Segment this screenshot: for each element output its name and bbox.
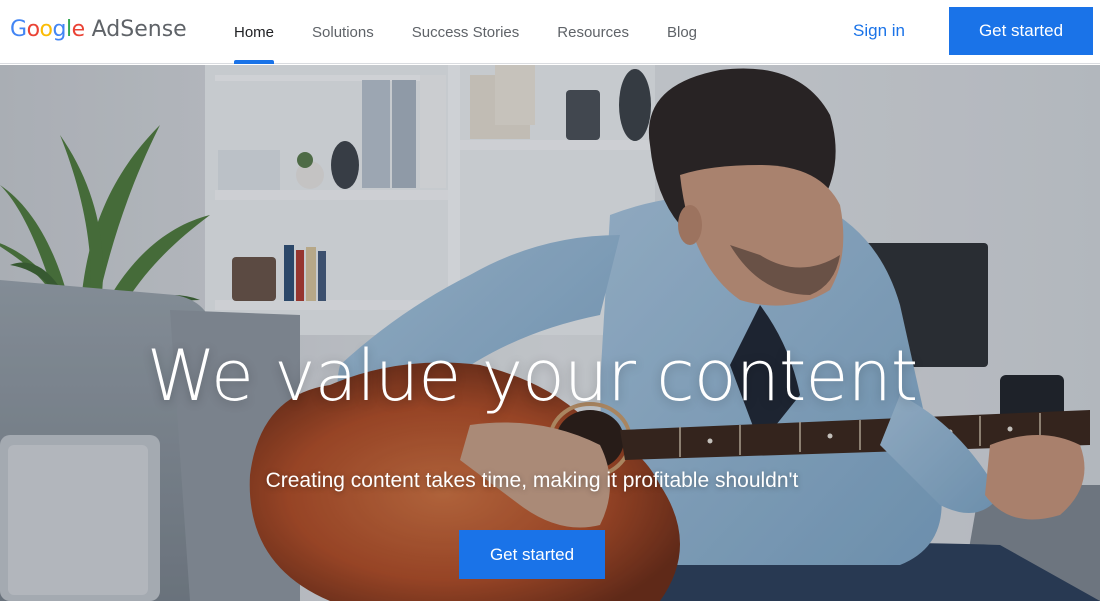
logo-letter: g: [52, 17, 67, 42]
nav-item-label: Home: [234, 23, 275, 41]
main-nav: Home Solutions Success Stories Resources…: [215, 0, 716, 64]
hero-title: We value your content: [146, 335, 919, 417]
nav-item-label: Success Stories: [411, 23, 520, 41]
get-started-button-header[interactable]: Get started: [949, 7, 1093, 55]
logo-letter: e: [71, 17, 86, 42]
logo-letter: o: [39, 17, 53, 42]
nav-item-label: Solutions: [312, 23, 374, 41]
google-adsense-logo[interactable]: G o o g l e AdSense: [10, 17, 187, 47]
logo-letter: o: [26, 17, 40, 42]
nav-item-home[interactable]: Home: [215, 0, 293, 64]
hero-overlay: [0, 65, 1100, 601]
hero-subtitle: Creating content takes time, making it p…: [265, 469, 799, 492]
nav-item-label: Resources: [557, 23, 629, 41]
sign-in-link[interactable]: Sign in: [838, 14, 920, 48]
active-tab-indicator: [234, 60, 275, 64]
nav-item-resources[interactable]: Resources: [538, 0, 648, 64]
nav-item-success-stories[interactable]: Success Stories: [393, 0, 539, 64]
get-started-button-hero[interactable]: Get started: [459, 530, 605, 579]
logo-letter: G: [10, 17, 27, 42]
top-navigation-bar: G o o g l e AdSense Home Solutions Succe…: [0, 0, 1100, 64]
nav-item-solutions[interactable]: Solutions: [293, 0, 393, 64]
logo-product-name: AdSense: [91, 17, 187, 42]
nav-item-label: Blog: [666, 23, 698, 41]
nav-item-blog[interactable]: Blog: [648, 0, 716, 64]
hero-section: We value your content Creating content t…: [0, 65, 1100, 601]
